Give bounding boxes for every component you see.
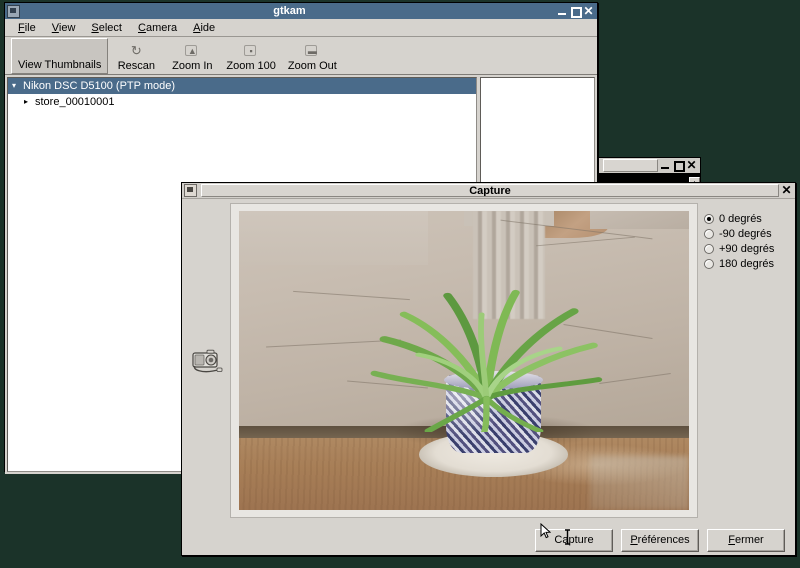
capture-icon-column (184, 203, 230, 521)
preferences-button[interactable]: Préférences (621, 528, 699, 552)
radio-icon[interactable] (704, 243, 714, 254)
close-icon[interactable]: ✕ (686, 159, 697, 171)
toolbar-view-thumbnails[interactable]: View Thumbnails (11, 38, 109, 74)
zoom-in-icon: ▲ (184, 43, 200, 59)
close-icon[interactable]: ✕ (583, 5, 594, 17)
menu-file[interactable]: File (11, 20, 43, 36)
main-window-title: gtkam (273, 4, 306, 17)
rotation-option-plus-90[interactable]: +90 degrés (704, 241, 800, 256)
maximize-icon[interactable] (570, 6, 582, 18)
rotation-options: 0 degrés -90 degrés +90 degrés 180 degré… (698, 203, 800, 521)
rotation-option-0-label: 0 degrés (719, 212, 762, 225)
rotation-option-minus-90-label: -90 degrés (719, 227, 772, 240)
capture-button[interactable]: Capture (535, 528, 613, 552)
minimize-icon[interactable] (660, 160, 671, 171)
toolbar-zoom-out[interactable]: ▬ Zoom Out (282, 38, 343, 74)
toolbar: View Thumbnails ↻ Rescan ▲ Zoom In ▪ Zoo… (5, 37, 597, 75)
tree-item-camera[interactable]: Nikon DSC D5100 (PTP mode) (8, 78, 476, 94)
zoom-100-icon: ▪ (243, 43, 259, 59)
toolbar-zoom-100[interactable]: ▪ Zoom 100 (220, 38, 282, 74)
main-window-controls: ✕ (557, 5, 595, 18)
toolbar-view-thumbnails-label: View Thumbnails (18, 59, 102, 71)
background-window-controls: ✕ (660, 159, 698, 172)
camera-app-icon (7, 4, 20, 18)
chevron-down-icon[interactable] (12, 78, 23, 94)
chevron-right-icon[interactable] (24, 94, 35, 110)
toolbar-zoom-out-label: Zoom Out (287, 60, 337, 72)
rotation-option-180-label: 180 degrés (719, 257, 775, 270)
background-window-title (603, 159, 658, 172)
menu-select[interactable]: Select (84, 20, 129, 36)
capture-preview-column (230, 203, 698, 521)
toolbar-zoom-100-label: Zoom 100 (226, 60, 276, 72)
tree-item-camera-label: Nikon DSC D5100 (PTP mode) (23, 80, 176, 92)
close-icon[interactable]: ✕ (781, 184, 792, 196)
fermer-button[interactable]: Fermer (707, 528, 785, 552)
camera-device-icon (189, 347, 225, 377)
rotation-option-180[interactable]: 180 degrés (704, 256, 800, 271)
toolbar-rescan-label: Rescan (117, 60, 155, 72)
rotation-option-plus-90-label: +90 degrés (719, 242, 775, 255)
radio-selected-icon[interactable] (704, 213, 714, 224)
rotation-option-0[interactable]: 0 degrés (704, 211, 800, 226)
captured-photo (239, 211, 689, 510)
zoom-out-icon: ▬ (304, 43, 320, 59)
menu-view[interactable]: View (45, 20, 83, 36)
menu-camera[interactable]: Camera (131, 20, 184, 36)
capture-dialog-body: 0 degrés -90 degrés +90 degrés 180 degré… (182, 199, 795, 521)
capture-dialog-footer: Capture Préférences Fermer (182, 521, 795, 565)
capture-dialog-controls: ✕ (781, 184, 793, 196)
minimize-icon[interactable] (557, 6, 568, 17)
capture-dialog-title: Capture (201, 184, 779, 197)
tree-item-store-label: store_00010001 (35, 96, 115, 108)
rotation-option-minus-90[interactable]: -90 degrés (704, 226, 800, 241)
background-window-titlebar[interactable]: ✕ (599, 158, 700, 173)
tree-item-store[interactable]: store_00010001 (8, 94, 476, 110)
maximize-icon[interactable] (673, 160, 685, 172)
photo-frame (230, 203, 698, 518)
menu-aide[interactable]: Aide (186, 20, 222, 36)
capture-dialog: Capture ✕ 0 degrés -90 degrés +90 degrés… (181, 182, 796, 556)
toolbar-rescan[interactable]: ↻ Rescan (108, 38, 164, 74)
camera-app-icon (184, 184, 197, 197)
horizontal-scrollbar[interactable] (9, 471, 23, 472)
main-window-titlebar[interactable]: gtkam ✕ (5, 3, 597, 19)
radio-icon[interactable] (704, 228, 714, 239)
refresh-icon: ↻ (130, 43, 142, 58)
toolbar-zoom-in[interactable]: ▲ Zoom In (164, 38, 220, 74)
capture-dialog-titlebar[interactable]: Capture ✕ (182, 183, 795, 199)
menu-bar: File View Select Camera Aide (5, 19, 597, 37)
toolbar-zoom-in-label: Zoom In (172, 60, 213, 72)
radio-icon[interactable] (704, 258, 714, 269)
